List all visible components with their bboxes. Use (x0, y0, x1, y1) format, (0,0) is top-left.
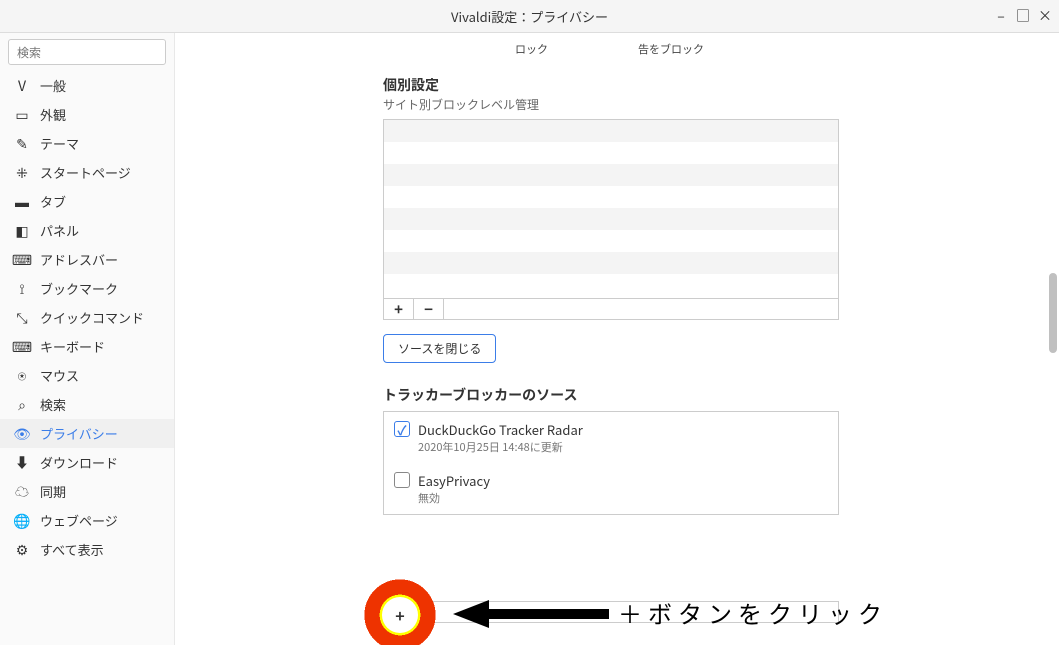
mouse-icon: ⍟ (14, 368, 30, 384)
scrollbar-thumb[interactable] (1049, 273, 1057, 353)
gear-icon: ⚙ (14, 542, 30, 558)
partial-labels: ロック 告をブロック (175, 33, 1059, 57)
globe-icon: 🌐 (14, 513, 30, 529)
sidebar-item-theme[interactable]: ✎テーマ (0, 129, 174, 158)
cloud-icon: ☁ (14, 484, 30, 500)
sidebar: V一般 ▭外観 ✎テーマ ⁜スタートページ ▬タブ ◧パネル ⌨アドレスバー ⟟… (0, 33, 175, 645)
brush-icon: ✎ (14, 136, 30, 152)
sidebar-item-showall[interactable]: ⚙すべて表示 (0, 535, 174, 564)
sidebar-item-mouse[interactable]: ⍟マウス (0, 361, 174, 390)
main-content: ロック 告をブロック 個別設定 サイト別ブロックレベル管理 + − ソースを閉じ… (175, 33, 1059, 645)
tracker-sources-title: トラッカーブロッカーのソース (383, 385, 839, 405)
source-name: EasyPrivacy (418, 471, 490, 490)
minimize-button[interactable]: – (991, 6, 1011, 26)
close-sources-button[interactable]: ソースを閉じる (383, 334, 496, 363)
individual-settings-title: 個別設定 (383, 75, 839, 95)
sidebar-item-startpage[interactable]: ⁜スタートページ (0, 158, 174, 187)
checkbox-easyprivacy[interactable] (394, 472, 410, 488)
sidebar-item-addressbar[interactable]: ⌨アドレスバー (0, 245, 174, 274)
sidebar-item-webpage[interactable]: 🌐ウェブページ (0, 506, 174, 535)
panel-icon: ◧ (14, 223, 30, 239)
titlebar: Vivaldi設定：プライバシー – □ × (0, 0, 1059, 33)
grid-icon: ⁜ (14, 165, 30, 181)
window-controls: – □ × (991, 6, 1055, 26)
search-input[interactable] (8, 39, 166, 65)
tracker-list-controls: + (383, 601, 839, 623)
vivaldi-icon: V (14, 78, 30, 94)
tracker-source-item[interactable]: DuckDuckGo Tracker Radar 2020年10月25日 14:… (384, 412, 838, 463)
eye-icon: 👁 (14, 426, 30, 442)
sidebar-item-bookmarks[interactable]: ⟟ブックマーク (0, 274, 174, 303)
sidebar-item-sync[interactable]: ☁同期 (0, 477, 174, 506)
sidebar-item-keyboard[interactable]: ⌨キーボード (0, 332, 174, 361)
maximize-button[interactable]: □ (1013, 6, 1033, 26)
download-icon: ⬇ (14, 455, 30, 471)
site-list-controls: + − (383, 299, 839, 320)
tab-icon: ▬ (14, 194, 30, 210)
sidebar-item-download[interactable]: ⬇ダウンロード (0, 448, 174, 477)
sidebar-item-privacy[interactable]: 👁プライバシー (0, 419, 174, 448)
tracker-sources-list: DuckDuckGo Tracker Radar 2020年10月25日 14:… (383, 411, 839, 515)
source-name: DuckDuckGo Tracker Radar (418, 420, 583, 439)
bookmark-icon: ⟟ (14, 281, 30, 297)
sidebar-item-general[interactable]: V一般 (0, 71, 174, 100)
individual-settings-subtitle: サイト別ブロックレベル管理 (383, 96, 839, 113)
scrollbar[interactable] (1049, 33, 1057, 645)
sidebar-item-appearance[interactable]: ▭外観 (0, 100, 174, 129)
add-tracker-source-button[interactable]: + (384, 602, 414, 622)
remove-site-button[interactable]: − (414, 299, 444, 319)
tracker-source-item[interactable]: EasyPrivacy 無効 (384, 463, 838, 514)
quick-icon: ⤡ (14, 310, 30, 326)
sidebar-item-tabs[interactable]: ▬タブ (0, 187, 174, 216)
add-site-button[interactable]: + (384, 299, 414, 319)
folder-icon: ▭ (14, 107, 30, 123)
close-button[interactable]: × (1035, 6, 1055, 26)
keyboard-icon: ⌨ (14, 339, 30, 355)
sidebar-item-panel[interactable]: ◧パネル (0, 216, 174, 245)
sidebar-item-search[interactable]: ⌕検索 (0, 390, 174, 419)
site-block-list[interactable] (383, 119, 839, 299)
checkbox-duckduckgo[interactable] (394, 421, 410, 437)
window-title: Vivaldi設定：プライバシー (451, 7, 608, 26)
source-meta: 無効 (418, 490, 490, 506)
addressbar-icon: ⌨ (14, 252, 30, 268)
source-meta: 2020年10月25日 14:48に更新 (418, 439, 583, 455)
search-icon: ⌕ (14, 397, 30, 413)
sidebar-item-quickcommand[interactable]: ⤡クイックコマンド (0, 303, 174, 332)
